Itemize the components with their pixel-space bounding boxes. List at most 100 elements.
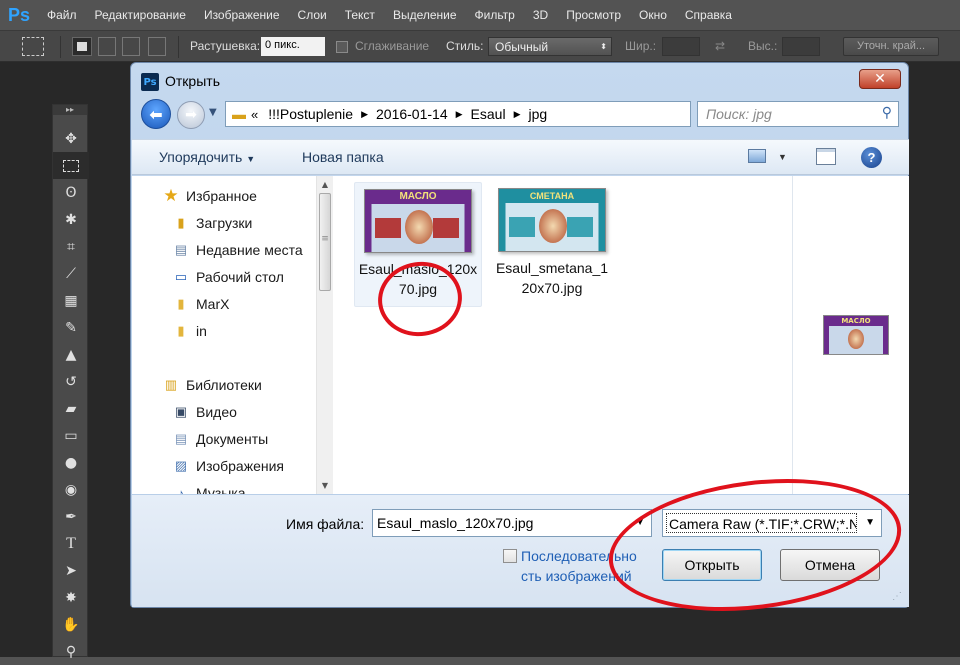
- nav-recent[interactable]: ▤ Недавние места: [172, 242, 303, 258]
- breadcrumb-jpg[interactable]: jpg: [524, 106, 553, 122]
- view-options-icon[interactable]: [748, 149, 766, 163]
- pen-tool-icon[interactable]: ✒: [53, 503, 89, 530]
- search-placeholder: Поиск: jpg: [706, 106, 772, 122]
- nav-desktop[interactable]: ▭ Рабочий стол: [172, 269, 284, 285]
- nav-label: Изображения: [196, 458, 284, 474]
- preview-label: МАСЛО: [824, 316, 888, 326]
- menu-window[interactable]: Окно: [630, 0, 676, 30]
- blur-tool-icon[interactable]: ●: [53, 449, 89, 476]
- forward-button[interactable]: ➡: [177, 101, 205, 129]
- intersect-selection-icon[interactable]: [148, 37, 166, 56]
- nav-in[interactable]: ▮ in: [172, 323, 206, 339]
- nav-images[interactable]: ▨ Изображения: [172, 458, 284, 474]
- nav-documents[interactable]: ▤ Документы: [172, 431, 268, 447]
- menu-help[interactable]: Справка: [676, 0, 741, 30]
- preview-pane: МАСЛО: [792, 176, 908, 494]
- lasso-tool-icon[interactable]: ʘ: [53, 179, 89, 206]
- breadcrumb-postuplenie[interactable]: !!!Postuplenie: [263, 106, 358, 122]
- nav-favorites[interactable]: ★ Избранное: [162, 186, 257, 205]
- breadcrumb-esaul[interactable]: Esaul: [466, 106, 511, 122]
- eyedropper-tool-icon[interactable]: ⟋: [53, 260, 89, 287]
- menu-edit[interactable]: Редактирование: [86, 0, 195, 30]
- style-select[interactable]: Обычный ⬍: [488, 37, 612, 56]
- recent-locations-dropdown[interactable]: ▼: [209, 107, 217, 118]
- smetana-thumb-label: СМЕТАНА: [505, 189, 599, 203]
- toolbox-collapse-icon[interactable]: ▸▸: [53, 105, 87, 115]
- menu-image[interactable]: Изображение: [195, 0, 289, 30]
- new-folder-button[interactable]: Новая папка: [302, 149, 384, 165]
- stamp-tool-icon[interactable]: ▲: [53, 341, 89, 368]
- refine-edge-button[interactable]: Уточн. край...: [843, 37, 939, 56]
- zoom-tool-icon[interactable]: ⚲: [53, 638, 89, 665]
- chevron-right-icon[interactable]: ▶: [453, 109, 466, 120]
- chevron-right-icon[interactable]: ▶: [358, 109, 371, 120]
- chevron-down-icon[interactable]: ▼: [778, 152, 787, 162]
- nav-label: Библиотеки: [186, 377, 262, 393]
- scroll-up-icon[interactable]: ▲: [317, 176, 333, 193]
- nav-video[interactable]: ▣ Видео: [172, 404, 237, 420]
- menu-3d[interactable]: 3D: [524, 0, 557, 30]
- marquee-tool-icon[interactable]: [22, 37, 44, 56]
- file-item-smetana[interactable]: СМЕТАНА Esaul_smetana_1 20x70.jpg: [488, 182, 616, 307]
- subtract-selection-icon[interactable]: [122, 37, 140, 56]
- documents-icon: ▤: [174, 431, 188, 446]
- divider: [60, 36, 61, 58]
- rect-marquee-tool-icon[interactable]: [53, 152, 89, 179]
- menu-view[interactable]: Просмотр: [557, 0, 630, 30]
- organize-menu[interactable]: Упорядочить ▼: [159, 149, 255, 165]
- dodge-tool-icon[interactable]: ◉: [53, 476, 89, 503]
- preview-pane-icon[interactable]: [816, 148, 836, 165]
- file-name-line1: Esaul_smetana_1: [495, 260, 609, 276]
- search-icon[interactable]: ⚲: [882, 104, 892, 121]
- nav-label: Видео: [196, 404, 237, 420]
- breadcrumb-overflow[interactable]: «: [246, 107, 263, 122]
- address-bar[interactable]: ▬ « !!!Postuplenie ▶ 2016-01-14 ▶ Esaul …: [225, 101, 691, 127]
- move-tool-icon[interactable]: ✥: [53, 125, 89, 152]
- crop-tool-icon[interactable]: ⌗: [53, 233, 89, 260]
- menu-layers[interactable]: Слои: [289, 0, 336, 30]
- path-selection-tool-icon[interactable]: ➤: [53, 557, 89, 584]
- smetana-thumbnail: СМЕТАНА: [498, 188, 606, 252]
- brush-tool-icon[interactable]: ✎: [53, 314, 89, 341]
- close-button[interactable]: ✕: [859, 69, 901, 89]
- hand-tool-icon[interactable]: ✋: [53, 611, 89, 638]
- shape-tool-icon[interactable]: ✸: [53, 584, 89, 611]
- open-dialog: Ps Открыть ✕ ⬅ ➡ ▼ ▬ « !!!Postuplenie ▶ …: [130, 62, 909, 627]
- antialias-checkbox[interactable]: [336, 41, 348, 53]
- nav-music[interactable]: ♪ Музыка: [172, 485, 246, 494]
- breadcrumb-date[interactable]: 2016-01-14: [371, 106, 453, 122]
- swap-icon[interactable]: ⇄: [715, 37, 725, 56]
- feather-input[interactable]: 0 пикс.: [261, 37, 325, 56]
- help-icon[interactable]: ?: [861, 147, 882, 168]
- width-input[interactable]: [662, 37, 700, 56]
- new-selection-icon[interactable]: [72, 37, 92, 56]
- gradient-tool-icon[interactable]: ▭: [53, 422, 89, 449]
- music-icon: ♪: [177, 485, 185, 495]
- search-input[interactable]: Поиск: jpg ⚲: [697, 101, 899, 127]
- resize-grip-icon[interactable]: ⋰: [892, 591, 902, 602]
- menu-file[interactable]: Файл: [38, 0, 86, 30]
- height-input[interactable]: [782, 37, 820, 56]
- image-sequence-checkbox[interactable]: [503, 549, 517, 563]
- nav-libraries[interactable]: ▥ Библиотеки: [162, 377, 262, 393]
- history-brush-tool-icon[interactable]: ↺: [53, 368, 89, 395]
- nav-scrollbar[interactable]: ▲ ≡ ▼: [316, 176, 333, 494]
- eraser-tool-icon[interactable]: ▰: [53, 395, 89, 422]
- stripe-decoration: [567, 217, 593, 237]
- chevron-right-icon[interactable]: ▶: [511, 109, 524, 120]
- menu-type[interactable]: Текст: [336, 0, 384, 30]
- arrow-left-icon: ⬅: [149, 104, 163, 124]
- back-button[interactable]: ⬅: [141, 99, 171, 129]
- nav-label: Документы: [196, 431, 269, 447]
- menu-select[interactable]: Выделение: [384, 0, 466, 30]
- scroll-thumb[interactable]: ≡: [319, 193, 331, 291]
- scroll-down-icon[interactable]: ▼: [317, 477, 333, 494]
- magic-wand-tool-icon[interactable]: ✱: [53, 206, 89, 233]
- healing-brush-tool-icon[interactable]: ▦: [53, 287, 89, 314]
- nav-marx[interactable]: ▮ MarX: [172, 296, 229, 312]
- menu-filter[interactable]: Фильтр: [466, 0, 524, 30]
- nav-downloads[interactable]: ▮ Загрузки: [172, 215, 252, 231]
- filename-input[interactable]: Esaul_maslo_120x70.jpg ▼: [372, 509, 652, 537]
- type-tool-icon[interactable]: T: [53, 530, 89, 557]
- add-selection-icon[interactable]: [98, 37, 116, 56]
